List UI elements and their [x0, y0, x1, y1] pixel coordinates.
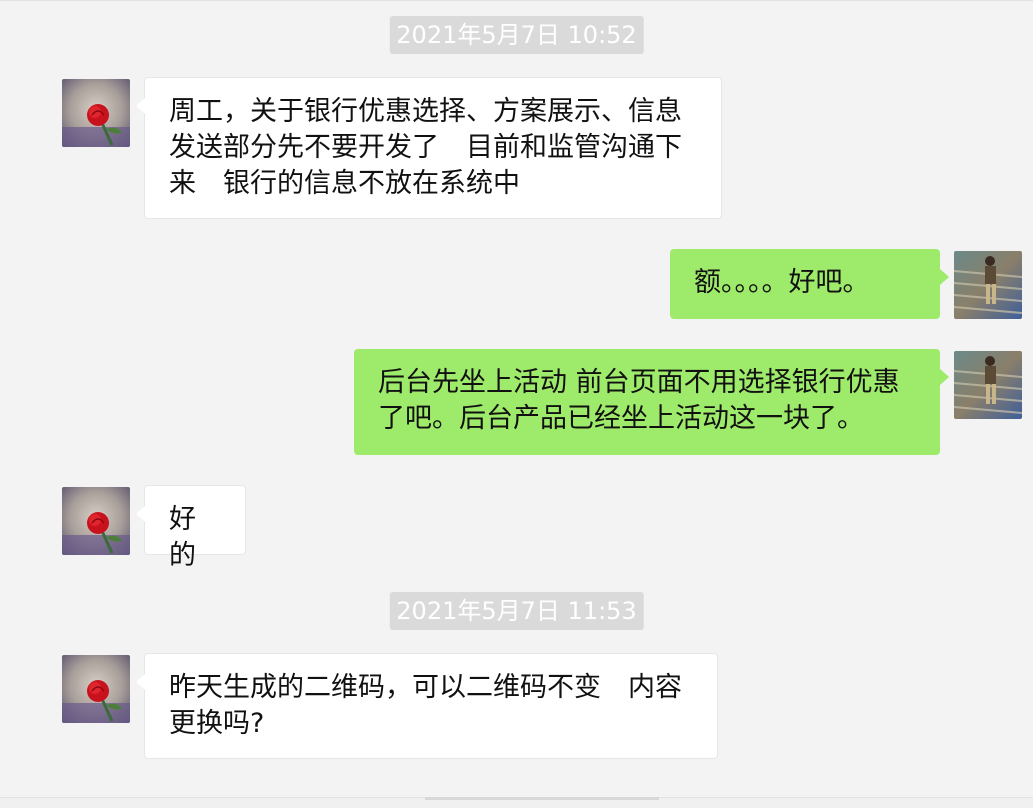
message-text: 好的	[169, 504, 196, 571]
red-rose-avatar-icon[interactable]	[62, 655, 130, 723]
timestamp: 2021年5月7日 11:53	[389, 592, 644, 630]
message-text: 额。。。。好吧。	[694, 267, 870, 298]
timestamp: 2021年5月7日 10:52	[389, 16, 644, 54]
chat-window: 2021年5月7日 10:52 周工，关于银行优惠选择、方案展示、信息发送部分先…	[0, 0, 1033, 808]
outgoing-message-bubble[interactable]: 后台先坐上活动 前台页面不用选择银行优惠了吧。后台产品已经坐上活动这一块了。	[354, 349, 949, 455]
red-rose-avatar-icon[interactable]	[62, 487, 130, 555]
incoming-message-bubble[interactable]: 好的	[136, 485, 246, 571]
incoming-message-bubble[interactable]: 周工，关于银行优惠选择、方案展示、信息发送部分先不要开发了 目前和监管沟通下来 …	[136, 77, 722, 219]
bottom-edge	[0, 797, 1033, 808]
incoming-message-bubble[interactable]: 昨天生成的二维码，可以二维码不变 内容更换吗?	[136, 653, 718, 759]
red-rose-avatar-icon[interactable]	[62, 79, 130, 147]
person-on-stairs-avatar-icon[interactable]	[954, 351, 1022, 419]
person-on-stairs-avatar-icon[interactable]	[954, 251, 1022, 319]
message-text: 周工，关于银行优惠选择、方案展示、信息发送部分先不要开发了 目前和监管沟通下来 …	[169, 96, 682, 199]
message-text: 后台先坐上活动 前台页面不用选择银行优惠了吧。后台产品已经坐上活动这一块了。	[378, 367, 900, 434]
message-text: 昨天生成的二维码，可以二维码不变 内容更换吗?	[169, 672, 682, 739]
scroll-nub	[425, 797, 659, 800]
outgoing-message-bubble[interactable]: 额。。。。好吧。	[670, 249, 949, 319]
